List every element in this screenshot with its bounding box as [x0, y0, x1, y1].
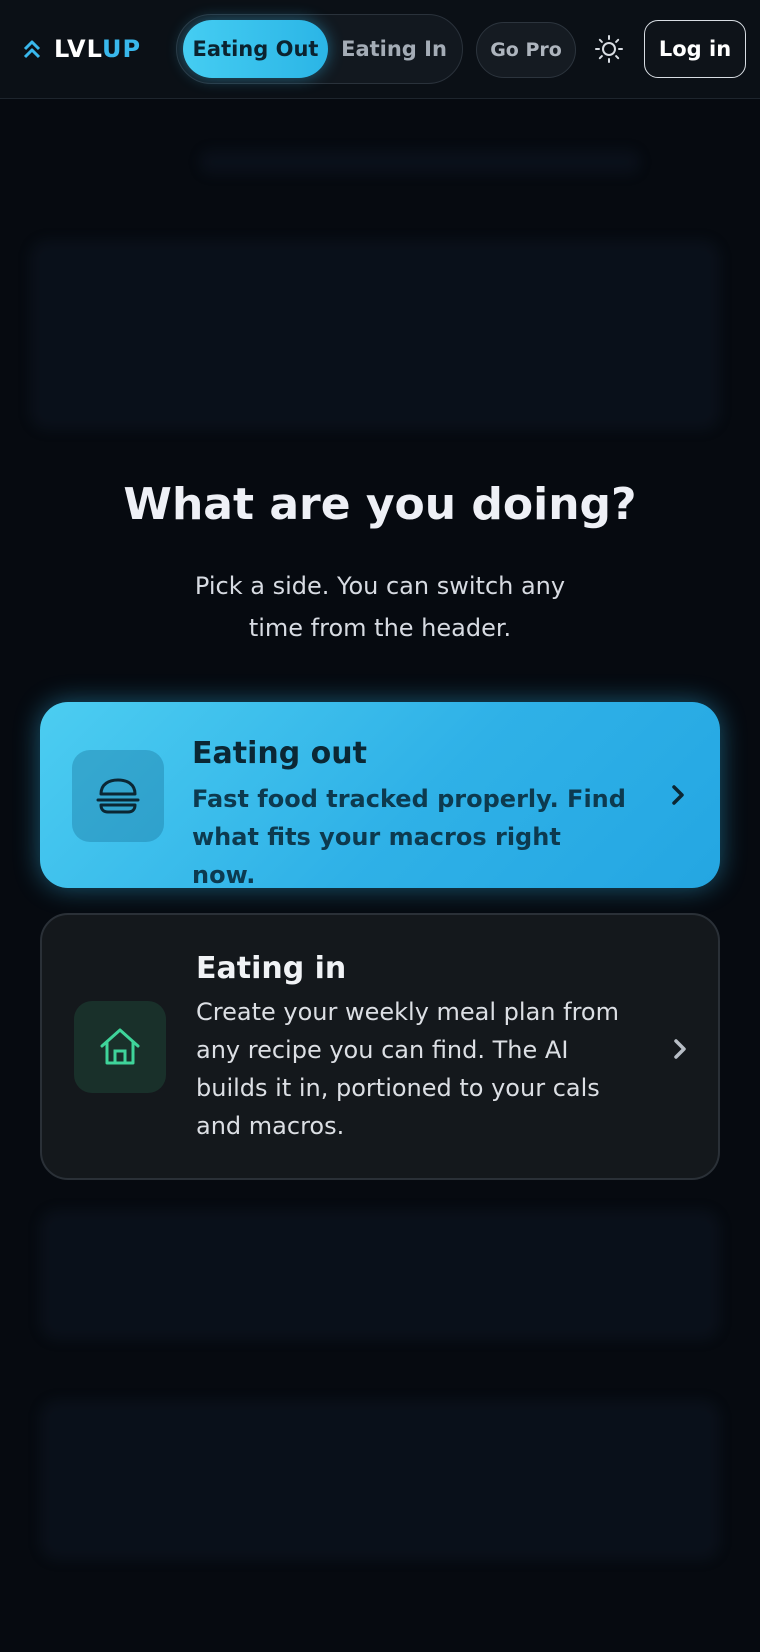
background-blur-line — [200, 150, 640, 174]
logo-text-part2: UP — [102, 35, 142, 63]
card-description: Create your weekly meal plan from any re… — [196, 998, 619, 1140]
top-header: LVLUP Eating Out Eating In Go Pro Log in — [0, 0, 760, 99]
logo-text-part1: LVL — [54, 35, 102, 63]
page-title: What are you doing? — [123, 479, 637, 530]
mode-switch: Eating Out Eating In — [176, 14, 463, 84]
chevrons-up-icon — [23, 40, 41, 59]
tab-eating-out[interactable]: Eating Out — [183, 20, 328, 78]
chevron-right-icon — [674, 1039, 686, 1059]
sun-icon — [595, 35, 623, 63]
chevron-right-icon — [672, 785, 684, 805]
eating-in-card[interactable]: Eating in Create your weekly meal plan f… — [40, 913, 720, 1180]
home-icon — [100, 1028, 140, 1065]
tab-eating-in[interactable]: Eating In — [331, 20, 457, 78]
eating-out-card[interactable]: Eating out Fast food tracked properly. F… — [40, 702, 720, 889]
card-icon-wrap — [74, 1001, 166, 1093]
login-button[interactable]: Log in — [644, 20, 746, 78]
background-blur-panel — [30, 240, 720, 430]
theme-toggle-button[interactable] — [592, 32, 626, 66]
background-blur-panel — [40, 1400, 720, 1560]
background-blur-panel — [40, 1210, 720, 1340]
card-title: Eating out — [192, 736, 367, 771]
page-subtitle: Pick a side. You can switch any time fro… — [194, 572, 566, 642]
logo-text: LVLUP — [54, 36, 141, 62]
card-description: Fast food tracked properly. Find what fi… — [192, 785, 626, 889]
go-pro-button[interactable]: Go Pro — [476, 22, 576, 78]
card-icon-wrap — [72, 750, 164, 842]
card-title: Eating in — [196, 951, 347, 986]
brand-logo[interactable]: LVLUP — [22, 36, 141, 62]
burger-icon — [96, 778, 140, 814]
